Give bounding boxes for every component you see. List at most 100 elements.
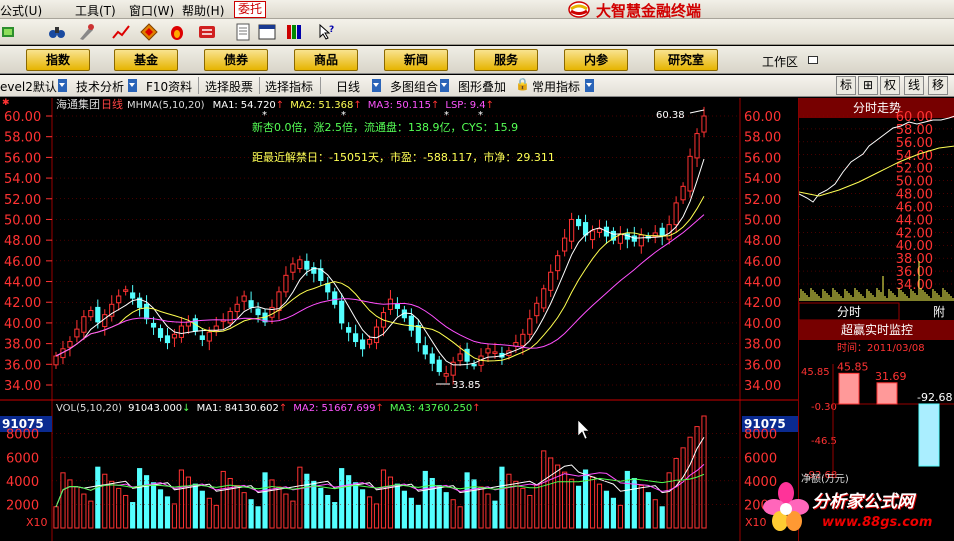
volume-bar — [457, 506, 463, 529]
period-dropdown-arrow-icon[interactable] — [372, 79, 381, 92]
volume-bar — [143, 475, 150, 529]
overlay-menu[interactable]: 图形叠加 — [458, 78, 506, 95]
price-tick-left: 42.00 — [4, 296, 41, 311]
volume-bar — [652, 499, 658, 529]
candle-body — [171, 333, 178, 339]
nav-fund-button[interactable]: 基金 — [114, 49, 178, 71]
volume-bar — [401, 490, 407, 529]
watermark: 分析家公式网 www.88gs.com — [752, 477, 954, 541]
volume-bar — [485, 493, 491, 529]
diamond-icon[interactable] — [140, 23, 158, 41]
volume-bar — [53, 506, 59, 529]
tech-analysis-menu[interactable]: 技术分析 — [76, 78, 124, 95]
up-arrow-icon: ↑ — [431, 100, 439, 111]
candle-body — [569, 218, 575, 242]
candle-body — [297, 259, 303, 270]
volume-bar — [638, 485, 644, 529]
document-icon[interactable] — [234, 23, 252, 41]
workarea-label[interactable]: 工作区 — [762, 53, 798, 70]
volume-bar — [659, 506, 665, 529]
tab-yi[interactable]: 移 — [928, 76, 948, 95]
price-tick-left: 52.00 — [4, 193, 41, 208]
nav-index-button[interactable]: 指数 — [26, 49, 90, 71]
mail-icon[interactable] — [808, 56, 818, 64]
vol-ma3-label: MA3: — [390, 403, 415, 414]
nav-bond-button[interactable]: 债券 — [204, 49, 268, 71]
trend-icon[interactable] — [112, 23, 130, 41]
marker-icon: ✱ — [2, 98, 10, 108]
tab-fu[interactable]: 附 — [933, 305, 945, 319]
tech-dropdown-arrow-icon[interactable] — [128, 79, 137, 92]
weituo-button[interactable]: 委托 — [234, 1, 267, 18]
menu-formula[interactable]: 公式(U) — [0, 2, 42, 19]
candle-body — [471, 363, 477, 367]
kline-svg[interactable]: 60.00 58.00 56.00 54.00 52.00 50.00 48.00 46.00… — [0, 98, 798, 541]
tab-fenshi[interactable]: 分时 — [837, 305, 861, 319]
candle-body — [548, 271, 554, 291]
volume-bar — [353, 482, 359, 529]
separator — [320, 77, 321, 94]
select-indicator-button[interactable]: 选择指标 — [265, 78, 313, 95]
nav-bar: 指数 基金 债券 商品 新闻 服务 内参 研究室 工作区 — [0, 46, 954, 74]
books-icon[interactable] — [286, 23, 304, 41]
candle-body — [206, 331, 212, 342]
tab-xian[interactable]: 线 — [904, 76, 924, 95]
nav-news-button[interactable]: 新闻 — [384, 49, 448, 71]
candle-body — [102, 314, 108, 328]
right-panel: 分时走势 60.00 58.00 56.00 54.00 52.00 50.00 48.00… — [798, 98, 954, 541]
common-indicator-menu[interactable]: 常用指标 — [532, 78, 580, 95]
tab-quan[interactable]: 权 — [880, 76, 900, 95]
nav-research-button[interactable]: 研究室 — [654, 49, 718, 71]
multi-chart-menu[interactable]: 多图组合 — [390, 78, 438, 95]
stock-name: 海通集团 — [56, 98, 100, 111]
menu-help[interactable]: 帮助(H) — [182, 2, 224, 19]
high-marker-line — [689, 109, 705, 114]
back-icon[interactable] — [0, 23, 18, 41]
brand-logo-icon — [568, 1, 590, 18]
candle-body — [464, 348, 470, 362]
volume-bar — [262, 472, 268, 529]
menu-tools[interactable]: 工具(T) — [75, 2, 116, 19]
period-select[interactable]: 日线 — [336, 78, 360, 95]
lock-icon[interactable]: 🔒 — [515, 77, 530, 91]
f10-menu[interactable]: F10资料 — [146, 78, 192, 95]
volume-bar — [534, 484, 540, 529]
volume-bar — [610, 497, 617, 529]
candle-body — [659, 227, 665, 237]
exchange-icon[interactable] — [198, 23, 216, 41]
volume-bar — [436, 485, 442, 529]
candle-body — [248, 300, 254, 308]
volume-bar — [241, 492, 247, 529]
tools-icon[interactable] — [78, 23, 96, 41]
level2-dropdown-arrow-icon[interactable] — [58, 79, 67, 92]
candle-body — [157, 328, 164, 338]
multi-dropdown-arrow-icon[interactable] — [440, 79, 449, 92]
nav-service-button[interactable]: 服务 — [474, 49, 538, 71]
vol-tick-right: 6000 — [744, 451, 777, 466]
volume-bar — [192, 483, 198, 529]
tab-biao[interactable]: 标 — [836, 76, 856, 95]
tab-grid[interactable]: ⊞ — [858, 76, 878, 95]
common-dropdown-arrow-icon[interactable] — [585, 79, 594, 92]
volume-bar — [81, 493, 87, 529]
window-icon[interactable] — [258, 23, 276, 41]
price-tick-left: 54.00 — [4, 172, 41, 187]
price-tick-left: 38.00 — [4, 338, 41, 353]
kline-chart[interactable]: 60.00 58.00 56.00 54.00 52.00 50.00 48.00 46.00… — [0, 98, 798, 541]
select-stock-button[interactable]: 选择股票 — [205, 78, 253, 95]
menu-window[interactable]: 窗口(W) — [129, 2, 174, 19]
nav-insider-button[interactable]: 内参 — [564, 49, 628, 71]
fire-icon[interactable] — [168, 23, 186, 41]
volume-bar — [513, 480, 519, 529]
volume-bar — [60, 472, 66, 529]
volume-bar — [373, 503, 380, 529]
price-tick-right: 60.00 — [744, 110, 781, 125]
ma2-label: MA2: — [290, 100, 315, 111]
candle-body — [81, 316, 87, 333]
nav-commodity-button[interactable]: 商品 — [294, 49, 358, 71]
candle-body — [339, 300, 345, 324]
level2-default[interactable]: evel2默认 — [0, 78, 57, 95]
binoculars-icon[interactable] — [48, 23, 66, 41]
event-marker-icon: * — [262, 110, 267, 121]
help-cursor-icon[interactable]: ? — [318, 23, 336, 41]
